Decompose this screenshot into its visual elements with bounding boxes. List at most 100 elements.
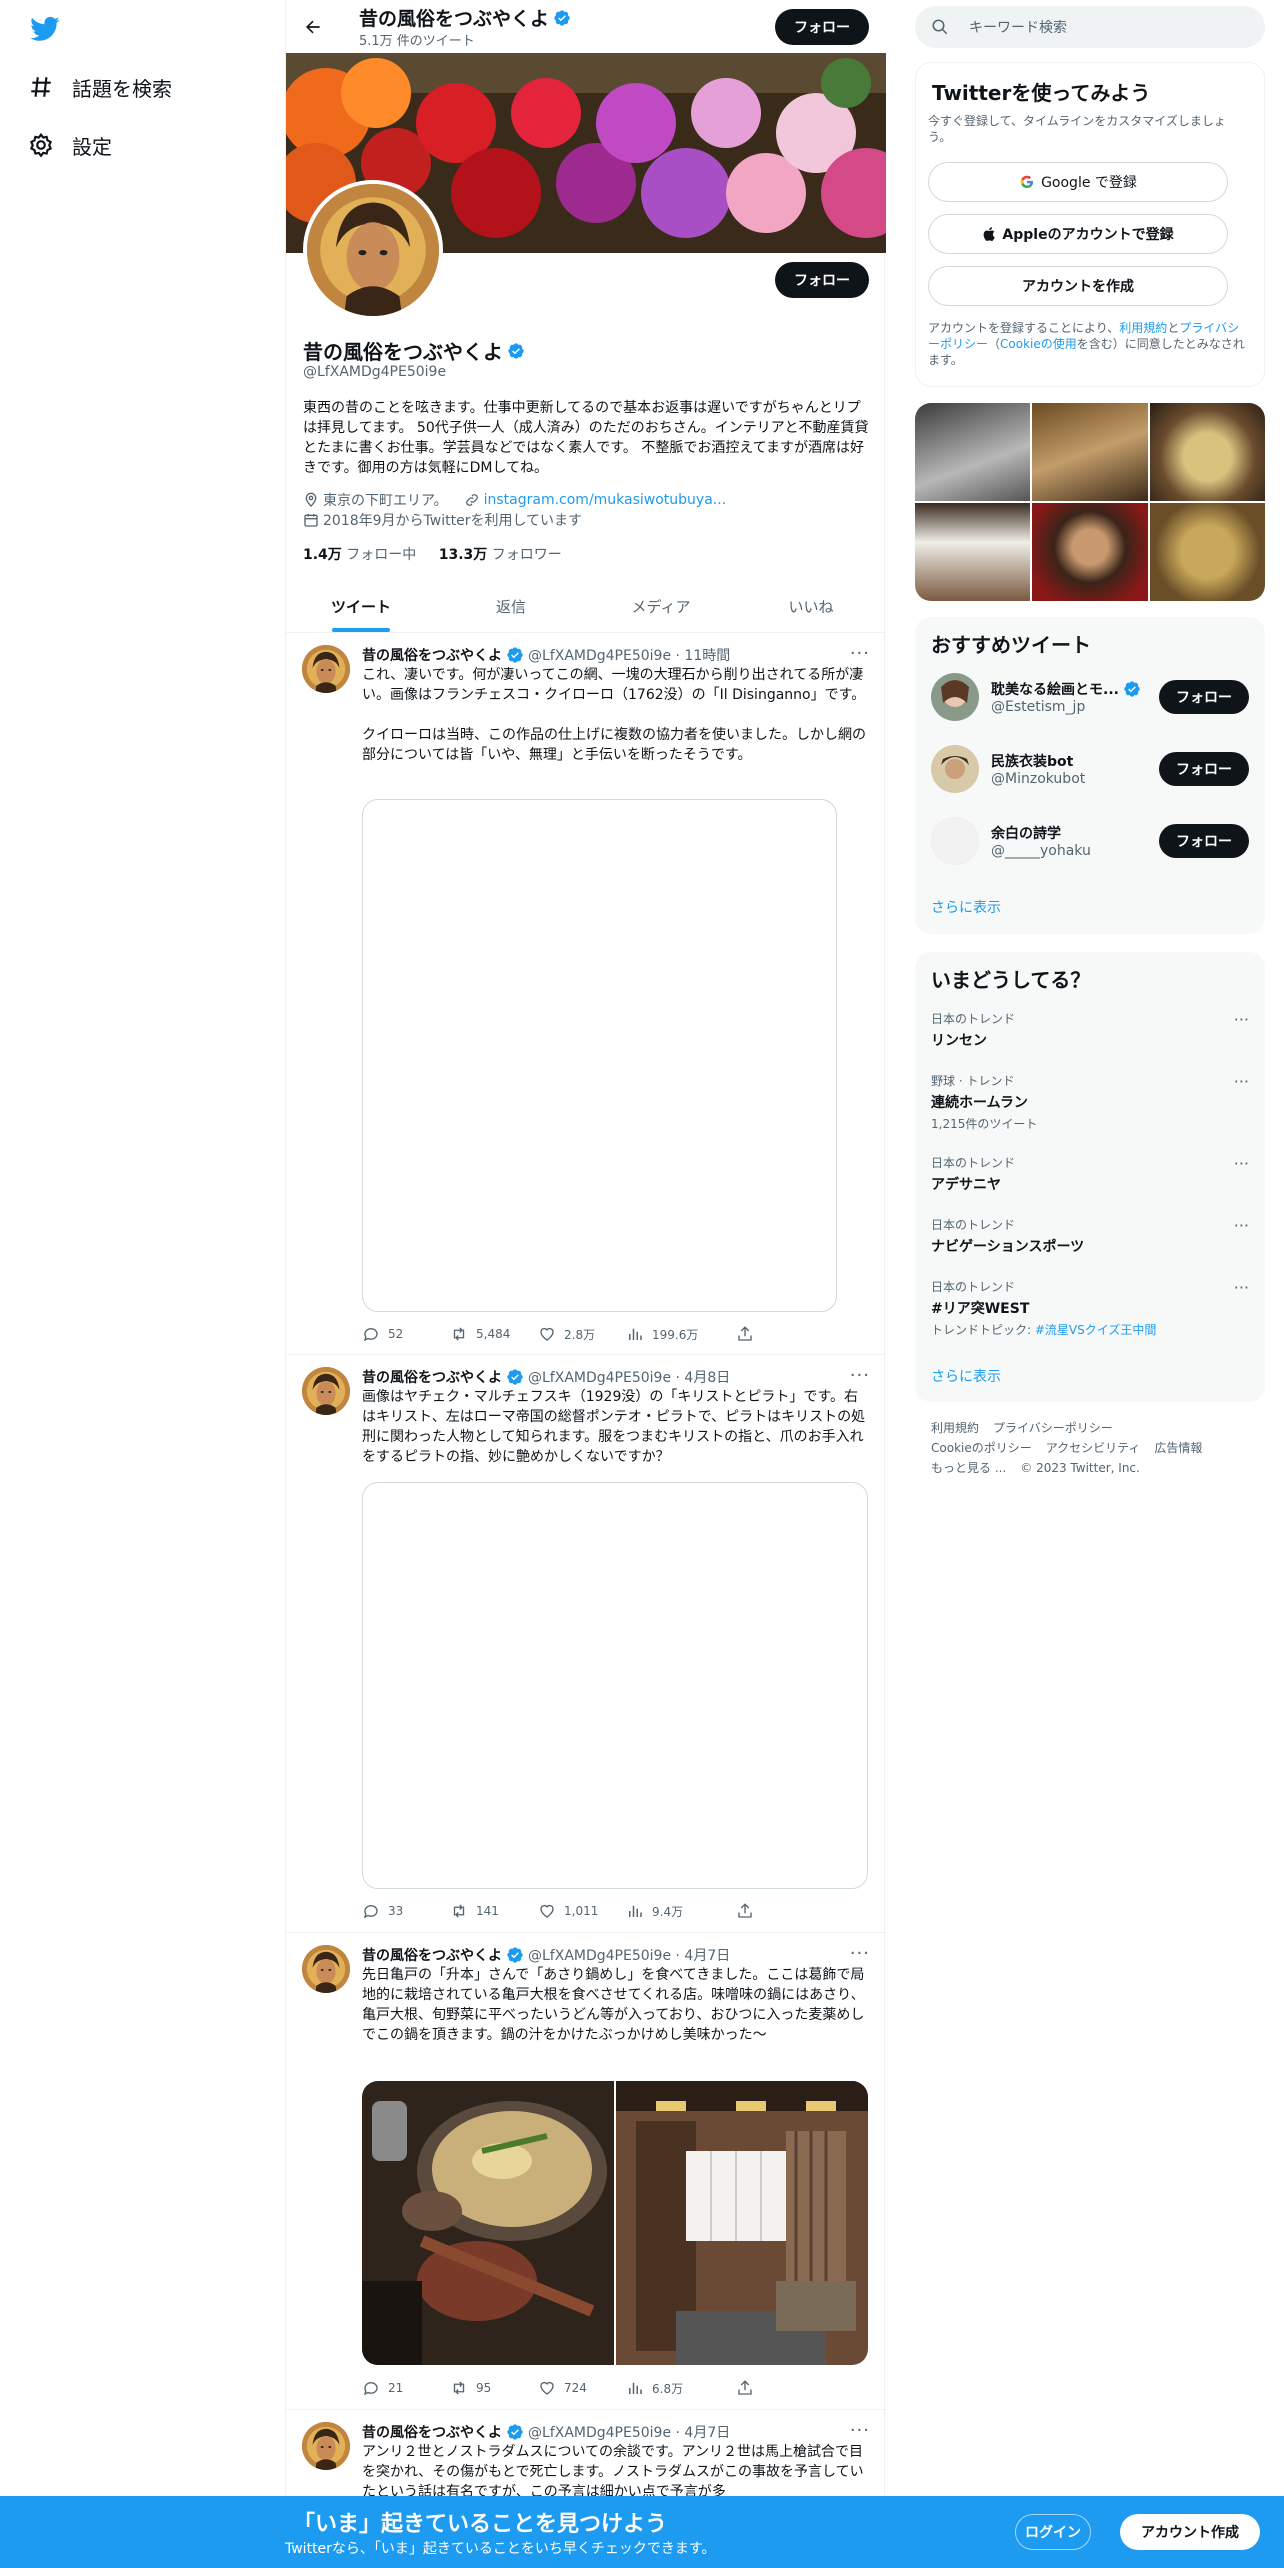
header-follow-button[interactable]: フォロー <box>775 9 869 45</box>
tab-likes[interactable]: いいね <box>736 580 886 632</box>
retweet-button[interactable]: 95 <box>450 2379 538 2397</box>
trend-item[interactable]: 日本のトレンド リンセン ··· <box>931 1010 1249 1050</box>
views-button[interactable]: 9.4万 <box>626 1902 736 1920</box>
tweet-avatar[interactable] <box>302 1945 350 1993</box>
recommended-account[interactable]: 余白の詩学 @_____yohaku フォロー <box>931 817 1249 865</box>
heart-icon <box>540 1327 554 1341</box>
login-prompt-title: 「いま」起きていることを見つけよう <box>293 2512 668 2537</box>
tab-media[interactable]: メディア <box>586 580 736 632</box>
reply-button[interactable]: 21 <box>362 2379 450 2397</box>
more-options-icon[interactable]: ··· <box>1234 1072 1249 1091</box>
trend-item[interactable]: 日本のトレンド ナビゲーションスポーツ ··· <box>931 1216 1249 1256</box>
follow-button[interactable]: フォロー <box>1159 824 1249 858</box>
profile-bio: 東西の昔のことを呟きます。仕事中更新してるので基本お返事は遅いですがちゃんとリプ… <box>303 400 869 476</box>
search-input[interactable]: キーワード検索 <box>969 17 1067 37</box>
views-button[interactable]: 199.6万 <box>626 1325 736 1343</box>
more-options-icon[interactable]: ··· <box>1234 1278 1249 1297</box>
tweet-avatar[interactable] <box>302 1367 350 1415</box>
followers-stat[interactable]: 13.3万 フォロワー <box>439 547 562 563</box>
retweet-button[interactable]: 141 <box>450 1902 538 1920</box>
profile-avatar[interactable] <box>303 180 443 320</box>
nabe-meal-photo[interactable] <box>362 2081 614 2365</box>
views-chart-icon <box>629 1328 642 1340</box>
trend-item[interactable]: 日本のトレンド #リア突WEST トレンドトピック: #流星VSクイズ王中間 ·… <box>931 1278 1249 1338</box>
nav-explore[interactable]: 話題を検索 <box>28 67 172 107</box>
tweet-media[interactable] <box>362 1482 868 1889</box>
profile-location: 東京の下町エリア。 <box>323 493 448 509</box>
share-icon <box>738 1326 752 1341</box>
more-options-icon[interactable]: ··· <box>1234 1010 1249 1029</box>
media-thumb[interactable] <box>915 503 1031 601</box>
show-more-link[interactable]: さらに表示 <box>931 1366 1001 1386</box>
profile-name: 昔の風俗をつぶやくよ <box>303 336 525 365</box>
profile-joined: 2018年9月からTwitterを利用しています <box>323 513 583 529</box>
tab-replies[interactable]: 返信 <box>436 580 586 632</box>
terms-link[interactable]: 利用規約 <box>1119 321 1167 335</box>
follow-button[interactable]: フォロー <box>1159 680 1249 714</box>
recommended-account[interactable]: 民族衣装bot @Minzokubot フォロー <box>931 745 1249 793</box>
tweet-avatar[interactable] <box>302 2422 350 2470</box>
following-stat[interactable]: 1.4万 フォロー中 <box>303 547 416 563</box>
nav-settings[interactable]: 設定 <box>28 125 112 165</box>
media-thumb[interactable] <box>1149 403 1265 501</box>
media-thumb[interactable] <box>1032 403 1148 501</box>
media-thumb[interactable] <box>1149 503 1265 601</box>
twitter-logo-icon[interactable] <box>28 14 62 44</box>
media-thumb[interactable] <box>1032 503 1148 601</box>
more-options-icon[interactable]: ··· <box>850 643 870 664</box>
profile-handle: @LfXAMDg4PE50i9e <box>303 364 447 380</box>
login-prompt-subtitle: Twitterなら、「いま」起きていることをいち早くチェックできます。 <box>285 2541 716 2557</box>
follow-button[interactable]: フォロー <box>775 262 869 298</box>
trend-topic-link[interactable]: #流星VSクイズ王中間 <box>1035 1323 1157 1337</box>
recommended-title: おすすめツイート <box>931 633 1091 657</box>
verified-badge-icon <box>507 342 525 360</box>
reply-icon <box>363 1905 378 1919</box>
recommended-account[interactable]: 耽美なる絵画とモ... @Estetism_jp フォロー <box>931 673 1249 721</box>
media-thumb[interactable] <box>915 403 1031 501</box>
trend-item[interactable]: 日本のトレンド アデサニヤ ··· <box>931 1154 1249 1194</box>
views-button[interactable]: 6.8万 <box>626 2379 736 2397</box>
retweet-icon <box>453 2381 465 2395</box>
like-button[interactable]: 2.8万 <box>538 1325 626 1343</box>
tweet[interactable]: 昔の風俗をつぶやくよ @LfXAMDg4PE50i9e · 4月7日 ··· 先… <box>286 1933 886 2410</box>
reply-button[interactable]: 52 <box>362 1325 450 1343</box>
more-options-icon[interactable]: ··· <box>1234 1216 1249 1235</box>
more-options-icon[interactable]: ··· <box>850 1943 870 1964</box>
retweet-button[interactable]: 5,484 <box>450 1325 538 1343</box>
like-button[interactable]: 1,011 <box>538 1902 626 1920</box>
tweet-count: 5.1万 件のツイート <box>359 34 475 49</box>
create-account-button[interactable]: アカウントを作成 <box>928 266 1228 306</box>
verified-badge-icon <box>506 1946 524 1964</box>
tweet-media[interactable] <box>362 2081 868 2365</box>
tweet[interactable]: 昔の風俗をつぶやくよ @LfXAMDg4PE50i9e · 4月8日 ··· 画… <box>286 1355 886 1933</box>
back-arrow-icon[interactable] <box>296 10 330 44</box>
tweet-media[interactable] <box>362 799 837 1312</box>
share-button[interactable] <box>736 2379 824 2397</box>
profile-link[interactable]: instagram.com/mukasiwotubuya... <box>484 492 727 508</box>
login-button[interactable]: ログイン <box>1015 2514 1091 2550</box>
link-icon <box>465 494 478 506</box>
apple-signup-button[interactable]: Appleのアカウントで登録 <box>928 214 1228 254</box>
signup-button[interactable]: アカウント作成 <box>1120 2514 1260 2550</box>
more-options-icon[interactable]: ··· <box>850 2420 870 2441</box>
tweet-avatar[interactable] <box>302 645 350 693</box>
tab-tweets[interactable]: ツイート <box>286 580 436 632</box>
cookie-link[interactable]: Cookieの使用 <box>1000 337 1077 351</box>
google-signup-button[interactable]: Google で登録 <box>928 162 1228 202</box>
tweet[interactable]: 昔の風俗をつぶやくよ @LfXAMDg4PE50i9e · 11時間 ··· こ… <box>286 633 886 1355</box>
views-chart-icon <box>629 2382 642 2394</box>
search-box[interactable]: キーワード検索 <box>915 6 1265 48</box>
share-button[interactable] <box>736 1325 824 1343</box>
views-chart-icon <box>629 1905 642 1917</box>
show-more-link[interactable]: さらに表示 <box>931 897 1001 917</box>
restaurant-entrance-photo[interactable] <box>616 2081 868 2365</box>
follow-button[interactable]: フォロー <box>1159 752 1249 786</box>
reply-button[interactable]: 33 <box>362 1902 450 1920</box>
like-button[interactable]: 724 <box>538 2379 626 2397</box>
gear-icon <box>29 132 53 158</box>
trend-item[interactable]: 野球 · トレンド 連続ホームラン 1,215件のツイート ··· <box>931 1072 1249 1132</box>
share-button[interactable] <box>736 1902 824 1920</box>
more-options-icon[interactable]: ··· <box>850 1365 870 1386</box>
more-options-icon[interactable]: ··· <box>1234 1154 1249 1173</box>
follow-stats: 1.4万 フォロー中 13.3万 フォロワー <box>303 544 562 564</box>
